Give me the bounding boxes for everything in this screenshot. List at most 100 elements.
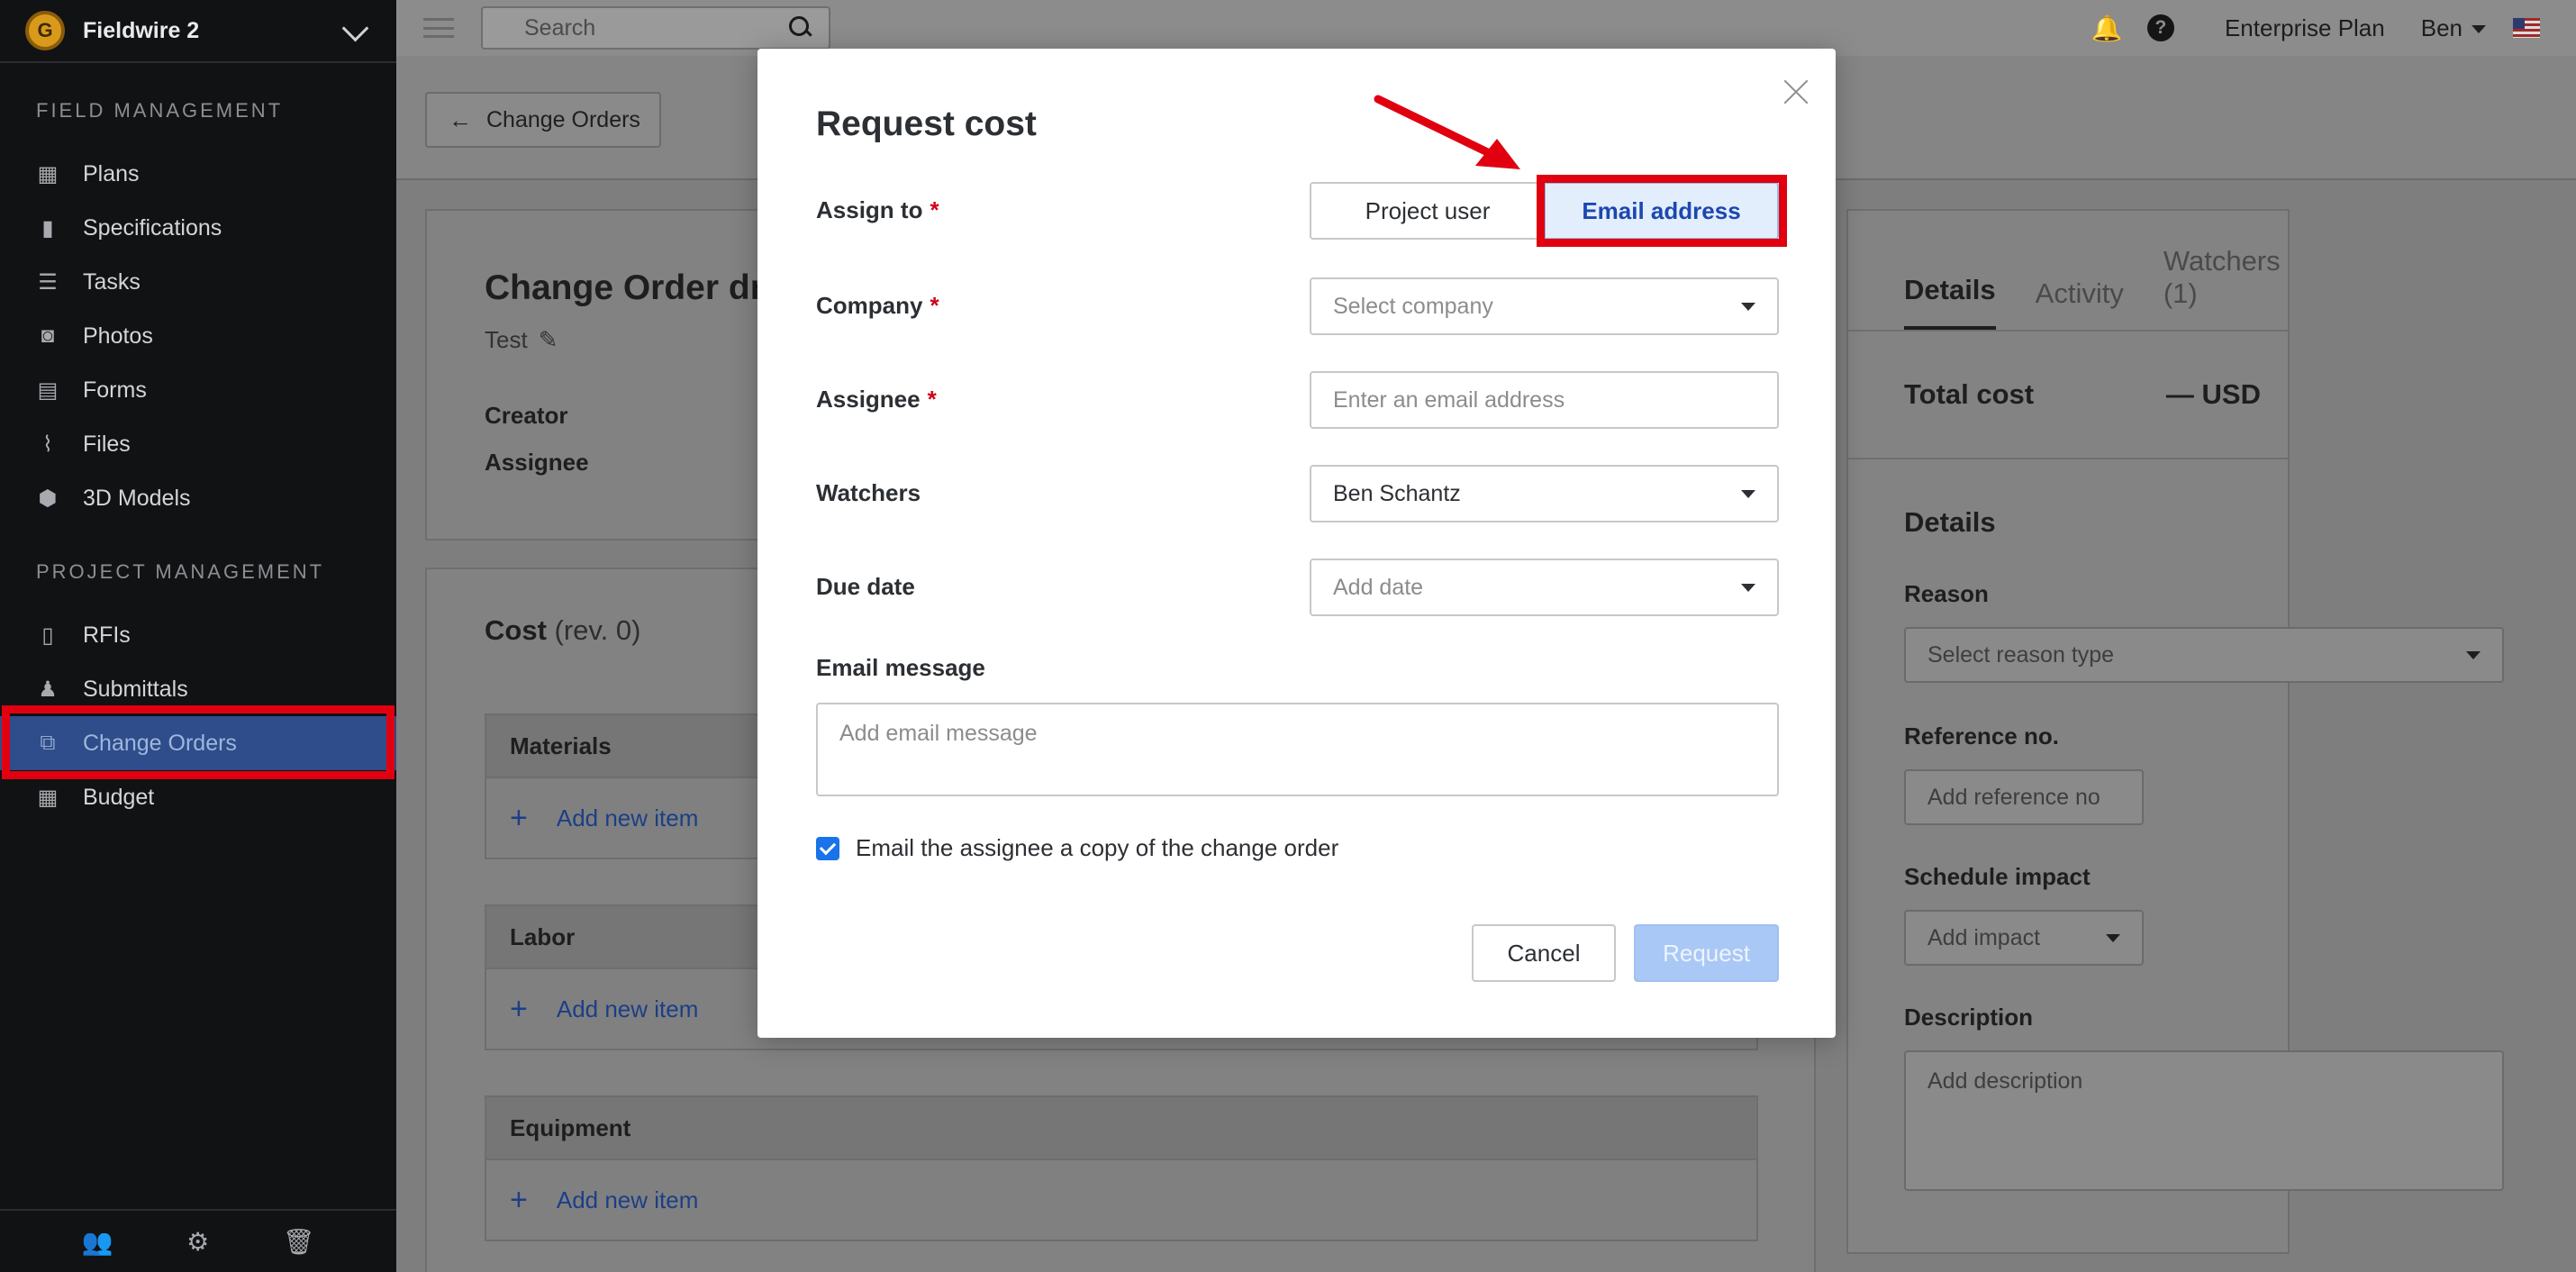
sidebar-item-label: Plans [83,160,140,186]
tab-activity[interactable]: Activity [2036,277,2124,330]
hamburger-menu-icon[interactable] [423,18,454,38]
company-text: Company [816,292,923,319]
reference-placeholder: Add reference no [1927,784,2100,810]
close-icon[interactable] [1780,76,1812,108]
search-input[interactable]: Search [481,6,830,50]
project-name: Fieldwire 2 [83,17,200,43]
sidebar-item-label: Forms [83,377,147,403]
document-question-icon: ▯ [41,622,54,648]
paperclip-icon: ⌇ [42,432,53,457]
sidebar-item-label: Submittals [83,676,188,702]
pencil-icon[interactable]: ✎ [539,326,558,354]
email-message-label: Email message [816,654,985,681]
caret-down-icon [2106,934,2120,942]
users-icon[interactable]: 👥 [82,1227,113,1257]
sidebar-item-photos[interactable]: ◙ Photos [0,309,396,363]
caret-down-icon [2466,651,2481,659]
due-date-select[interactable]: Add date [1310,559,1779,616]
search-icon[interactable] [789,16,812,40]
tab-watchers[interactable]: Watchers (1) [2163,245,2281,330]
gear-icon[interactable]: ⚙ [186,1227,209,1257]
company-label: Company * [816,292,939,320]
company-select[interactable]: Select company [1310,277,1779,335]
total-cost-value: — USD [2165,378,2261,410]
sidebar-item-label: Budget [83,784,155,810]
required-asterisk: * [930,292,939,319]
add-item-label: Add new item [556,1186,699,1213]
caret-down-icon [2472,25,2486,34]
sidebar-item-rfis[interactable]: ▯ RFIs [0,608,396,662]
assignee-text: Assignee [816,386,921,413]
change-order-description: Test [485,326,528,353]
email-message-textarea[interactable]: Add email message [816,703,1779,796]
fieldwire-logo: G [25,11,65,50]
schedule-impact-label: Schedule impact [1904,863,2091,890]
add-item-label: Add new item [556,995,699,1022]
total-cost-label: Total cost [1904,378,2035,410]
stamp-icon: ♟ [38,677,58,702]
watchers-select[interactable]: Ben Schantz [1310,465,1779,522]
book-icon: ▮ [41,215,54,241]
sidebar-item-label: Files [83,431,131,457]
cost-title: Cost [485,614,547,646]
us-flag-icon[interactable] [2513,18,2540,38]
cost-section-title: Equipment [486,1097,1756,1160]
change-order-title: Change Order dra [485,268,784,307]
email-message-placeholder: Add email message [839,721,1038,746]
request-button[interactable]: Request [1634,924,1779,982]
reason-select[interactable]: Select reason type [1904,627,2504,683]
caret-down-icon [1741,584,1755,592]
caret-down-icon [1741,303,1755,311]
plans-icon: ▦ [37,161,59,186]
trash-icon[interactable]: 🗑 [283,1227,315,1257]
watchers-value: Ben Schantz [1333,480,1461,506]
annotation-highlight-email-address [1537,175,1787,247]
description-textarea[interactable]: Add description [1904,1050,2504,1191]
sidebar-item-files[interactable]: ⌇ Files [0,417,396,471]
sidebar-item-specifications[interactable]: ▮ Specifications [0,201,396,255]
schedule-impact-select[interactable]: Add impact [1904,910,2144,966]
assignee-label: Assignee [485,449,589,476]
arrow-left-icon: ← [449,105,472,133]
reference-input[interactable]: Add reference no [1904,769,2144,825]
project-switcher[interactable]: G Fieldwire 2 [0,0,396,63]
total-cost-row: Total cost — USD [1848,332,2288,459]
chevron-down-icon[interactable] [340,15,371,46]
modal-title: Request cost [816,104,1037,143]
sidebar: G Fieldwire 2 FIELD MANAGEMENT ▦ Plans ▮… [0,0,396,1272]
cancel-button[interactable]: Cancel [1472,924,1616,982]
annotation-highlight-change-orders [2,705,395,779]
bell-icon[interactable]: 🔔 [2091,14,2123,42]
required-asterisk: * [930,196,939,223]
company-placeholder: Select company [1333,293,1493,319]
add-item-label: Add new item [556,804,699,831]
sidebar-item-tasks[interactable]: ☰ Tasks [0,255,396,309]
cost-section-equipment: Equipment + Add new item [485,1095,1758,1241]
sidebar-item-forms[interactable]: ▤ Forms [0,363,396,417]
assignee-email-input[interactable]: Enter an email address [1310,371,1779,429]
plus-icon: + [510,991,528,1026]
tab-details[interactable]: Details [1904,274,1996,330]
add-new-item-button[interactable]: + Add new item [486,1160,1756,1240]
camera-icon: ◙ [41,323,55,348]
creator-label: Creator [485,402,568,429]
section-project-management: PROJECT MANAGEMENT [36,560,325,583]
search-placeholder: Search [524,14,596,41]
list-icon: ☰ [38,269,58,295]
email-copy-checkbox[interactable] [816,836,839,860]
cube-icon: ⬢ [38,486,58,511]
sidebar-item-3d-models[interactable]: ⬢ 3D Models [0,471,396,525]
help-icon[interactable]: ? [2146,14,2174,41]
reference-label: Reference no. [1904,722,2059,750]
plan-label: Enterprise Plan [2224,14,2385,41]
user-menu[interactable]: Ben [2421,14,2486,42]
back-to-change-orders-button[interactable]: ← Change Orders [425,92,661,148]
schedule-impact-placeholder: Add impact [1927,924,2041,950]
caret-down-icon [1741,490,1755,498]
topbar: Search 🔔 ? Enterprise Plan Ben [396,0,2576,56]
assign-project-user-button[interactable]: Project user [1310,182,1546,240]
back-label: Change Orders [486,106,640,132]
sidebar-item-label: Specifications [83,214,222,241]
sidebar-item-plans[interactable]: ▦ Plans [0,147,396,201]
details-panel: Details Activity Watchers (1) Total cost… [1846,209,2504,1254]
